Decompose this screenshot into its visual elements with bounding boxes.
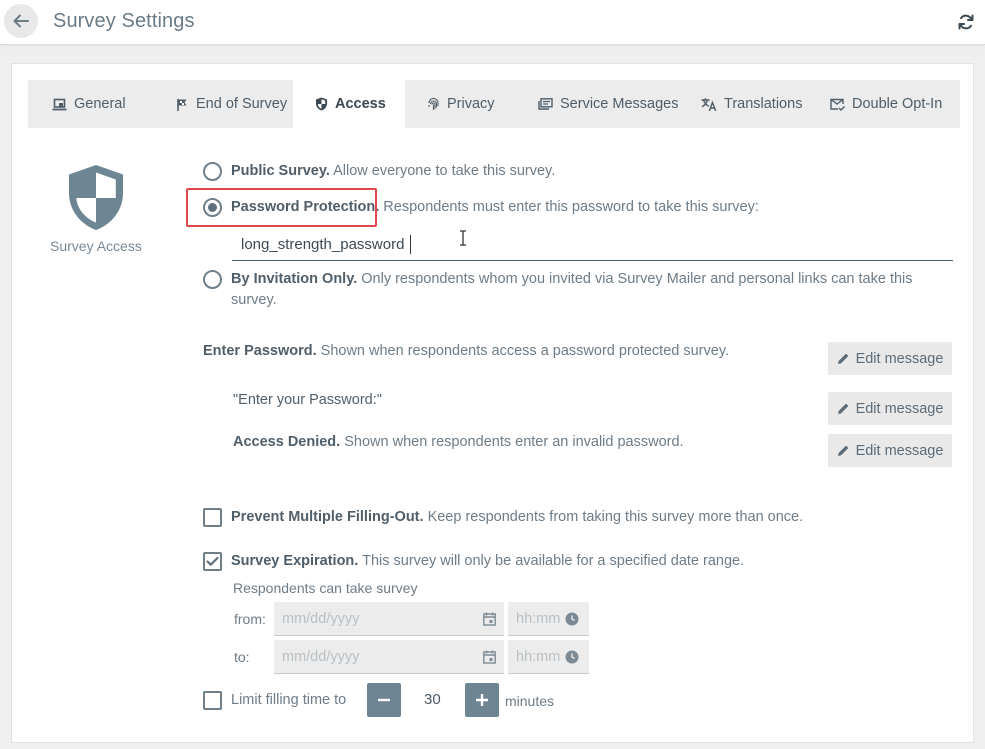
settings-panel: General End of Survey Access Privacy Ser… [11, 63, 974, 743]
ibeam-cursor-icon [460, 230, 466, 246]
refresh-icon [958, 14, 974, 30]
tab-label: Service Messages [560, 96, 679, 112]
pencil-icon [837, 403, 848, 414]
from-time-input[interactable]: hh:mm [508, 602, 589, 636]
back-button[interactable] [4, 4, 38, 38]
tab-privacy[interactable]: Privacy [405, 80, 516, 128]
invitation-only-desc-cont: survey. [231, 292, 277, 308]
survey-expiration-checkbox[interactable] [203, 552, 222, 571]
to-time-input[interactable]: hh:mm [508, 640, 589, 674]
edit-message-button[interactable]: Edit message [828, 342, 952, 375]
calendar-icon [483, 612, 496, 626]
message-icon [538, 97, 553, 110]
to-label: to: [234, 649, 250, 665]
tab-label: End of Survey [196, 96, 288, 112]
fingerprint-icon [428, 97, 439, 110]
limit-time-label: Limit filling time to [231, 692, 347, 708]
enter-your-password-text: "Enter your Password:" [233, 392, 382, 408]
arrow-left-icon [13, 14, 29, 28]
prevent-multiple-option: Prevent Multiple Filling-Out. Keep respo… [231, 509, 804, 525]
tab-end-of-survey[interactable]: End of Survey [154, 80, 293, 128]
pencil-icon [837, 445, 848, 456]
tab-label: General [74, 96, 126, 112]
tab-bar: General End of Survey Access Privacy Ser… [28, 80, 960, 128]
refresh-button[interactable] [955, 11, 977, 33]
tab-access[interactable]: Access [293, 80, 405, 128]
expiration-subtitle: Respondents can take survey [233, 580, 418, 596]
checkmark-icon [206, 556, 219, 566]
increment-button[interactable] [465, 683, 499, 717]
calendar-icon [483, 650, 496, 664]
text-caret [410, 235, 411, 254]
tab-label: Access [335, 96, 386, 112]
flag-icon [177, 98, 187, 111]
public-survey-option: Public Survey. Allow everyone to take th… [231, 163, 556, 179]
selection-highlight [186, 188, 377, 227]
limit-time-value[interactable]: 30 [424, 691, 441, 708]
tab-label: Privacy [447, 96, 495, 112]
tab-label: Double Opt-In [852, 96, 943, 112]
tab-service-messages[interactable]: Service Messages [516, 80, 680, 128]
clock-icon [565, 612, 579, 626]
laptop-icon [52, 98, 67, 110]
top-bar: Survey Settings [0, 0, 985, 45]
access-denied-message: Access Denied. Shown when respondents en… [233, 434, 684, 450]
clock-icon [565, 650, 579, 664]
survey-access-label: Survey Access [50, 238, 142, 254]
tab-general[interactable]: General [28, 80, 154, 128]
invitation-only-radio[interactable] [203, 270, 222, 289]
shield-icon [316, 97, 327, 111]
pencil-icon [837, 353, 848, 364]
enter-password-message: Enter Password. Shown when respondents a… [203, 343, 730, 359]
invitation-only-option: By Invitation Only. Only respondents who… [231, 271, 913, 287]
decrement-button[interactable] [367, 683, 401, 717]
edit-message-button[interactable]: Edit message [828, 434, 952, 467]
tab-label: Translations [724, 96, 803, 112]
mail-check-icon [830, 98, 845, 111]
plus-icon [476, 694, 488, 706]
limit-time-unit: minutes [505, 693, 555, 709]
from-date-input[interactable]: mm/dd/yyyy [274, 602, 504, 636]
limit-time-checkbox[interactable] [203, 691, 222, 710]
tab-double-opt-in[interactable]: Double Opt-In [808, 80, 960, 128]
minus-icon [378, 698, 390, 702]
tab-translations[interactable]: Translations [680, 80, 808, 128]
edit-message-button[interactable]: Edit message [828, 392, 952, 425]
survey-expiration-option: Survey Expiration. This survey will only… [231, 553, 745, 569]
translate-icon [701, 97, 717, 111]
page-title: Survey Settings [53, 10, 195, 32]
password-input[interactable] [232, 229, 953, 261]
prevent-multiple-checkbox[interactable] [203, 508, 222, 527]
from-label: from: [234, 611, 266, 627]
public-survey-radio[interactable] [203, 162, 222, 181]
shield-icon [69, 165, 123, 230]
to-date-input[interactable]: mm/dd/yyyy [274, 640, 504, 674]
